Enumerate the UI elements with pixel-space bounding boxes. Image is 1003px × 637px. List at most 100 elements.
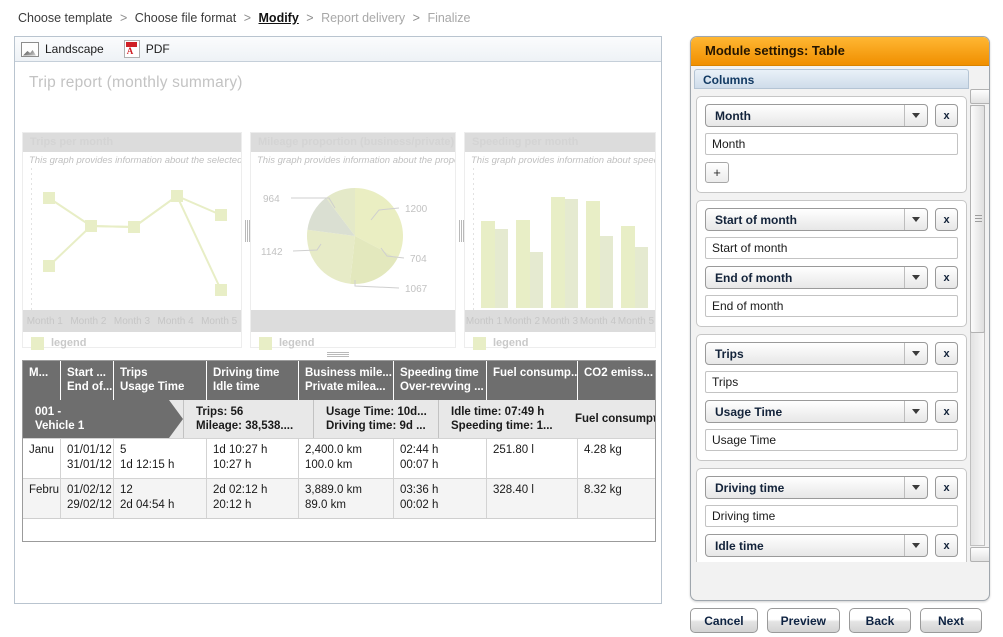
column-group-month: Month x +: [696, 96, 967, 193]
breadcrumb-item-finalize[interactable]: Finalize: [427, 11, 470, 25]
table-header-business-private[interactable]: Business mile... Private milea...: [299, 361, 394, 400]
format-option-pdf[interactable]: PDF: [123, 40, 170, 58]
chevron-down-icon[interactable]: [904, 209, 927, 230]
chevron-down-icon[interactable]: [904, 535, 927, 556]
remove-column-button[interactable]: x: [935, 342, 958, 365]
columns-section-title: Columns: [694, 69, 969, 89]
chart-line-legend-label: legend: [51, 337, 87, 349]
chart-pie-mileage[interactable]: Mileage proportion (business/private) Th…: [250, 132, 456, 350]
cancel-button[interactable]: Cancel: [690, 608, 758, 633]
remove-column-button[interactable]: x: [935, 266, 958, 289]
cell-trips-usage: 5 1d 12:15 h: [114, 438, 207, 478]
table-header-trips-usage[interactable]: Trips Usage Time: [114, 361, 207, 400]
orientation-option-landscape[interactable]: Landscape: [21, 41, 104, 57]
cell-driving-idle: 1d 10:27 h 10:27 h: [207, 438, 299, 478]
column-select-trips[interactable]: Trips: [705, 342, 928, 365]
column-label-input-start-of-month[interactable]: [705, 237, 958, 259]
chevron-down-icon[interactable]: [904, 401, 927, 422]
cell-month: Janu: [23, 438, 61, 478]
legend-swatch: [31, 336, 44, 350]
next-button[interactable]: Next: [920, 608, 982, 633]
chart-pie-title: Mileage proportion (business/private): [251, 133, 455, 152]
horizontal-splitter[interactable]: [22, 350, 656, 360]
scroll-up-button[interactable]: [970, 89, 989, 104]
chart-pie-label-964: 964: [263, 194, 280, 205]
chart-bar-subtitle: This graph provides information about sp…: [471, 155, 655, 166]
remove-column-button[interactable]: x: [935, 476, 958, 499]
chevron-down-icon[interactable]: [904, 477, 927, 498]
breadcrumb-item-modify[interactable]: Modify: [259, 11, 299, 25]
column-select-end-of-month[interactable]: End of month: [705, 266, 928, 289]
breadcrumb-separator: >: [243, 11, 252, 25]
column-label-input-month[interactable]: [705, 133, 958, 155]
table-header-speeding-overrevving[interactable]: Speeding time Over-revving ...: [394, 361, 487, 400]
table-row[interactable]: Janu 01/01/12 31/01/12 5 1d 12:15 h 1d 10:…: [23, 438, 655, 478]
scroll-down-button[interactable]: [970, 547, 989, 562]
chart-bar-plot: [473, 168, 651, 310]
table-header-row: M... Start ... End of... Trips Usage Time …: [23, 361, 655, 400]
chart-bar-tick: Month 4: [579, 315, 617, 327]
chart-line-y-axis: [31, 168, 32, 310]
settings-scrollbar[interactable]: [970, 89, 989, 562]
column-group-trips-usage: Trips x Usage Time x: [696, 334, 967, 461]
column-select-month[interactable]: Month: [705, 104, 928, 127]
table-row[interactable]: Febru 01/02/12 29/02/12 12 2d 04:54 h 2d 0…: [23, 478, 655, 518]
chart-pie-label-704: 704: [410, 254, 427, 265]
remove-column-button[interactable]: x: [935, 400, 958, 423]
table-header-fuel-consumption[interactable]: Fuel consump...: [487, 361, 578, 400]
back-button[interactable]: Back: [849, 608, 911, 633]
remove-column-button[interactable]: x: [935, 208, 958, 231]
document-preview-pane: Landscape PDF Trip report (monthly summa…: [14, 36, 662, 604]
charts-strip: Trips per month This graph provides info…: [22, 132, 656, 350]
table-header-driving-idle[interactable]: Driving time Idle time: [207, 361, 299, 400]
column-select-driving-time[interactable]: Driving time: [705, 476, 928, 499]
chart-line-tick: Month 2: [70, 315, 107, 327]
breadcrumb-item-choose-file-format[interactable]: Choose file format: [135, 11, 236, 25]
table-header-co2-emissions[interactable]: CO2 emiss...: [578, 361, 655, 400]
summary-usage-driving: Usage Time: 10d... Driving time: 9d ...: [313, 400, 438, 438]
table-header-month[interactable]: M...: [23, 361, 61, 400]
summary-vehicle: 001 - Vehicle 1: [23, 400, 183, 438]
breadcrumb-item-choose-template[interactable]: Choose template: [18, 11, 113, 25]
chart-line-plot: [31, 168, 237, 310]
remove-column-button[interactable]: x: [935, 534, 958, 557]
preview-button[interactable]: Preview: [766, 608, 840, 633]
summary-trips-mileage: Trips: 56 Mileage: 38,538....: [183, 400, 313, 438]
chevron-down-icon[interactable]: [904, 343, 927, 364]
cell-speeding-overrevving: 02:44 h 00:07 h: [394, 438, 487, 478]
breadcrumb-separator: >: [306, 11, 314, 25]
chart-pie-plot: 1200 704 1067 1142 964: [259, 168, 451, 310]
column-field-row: Driving time x: [705, 476, 958, 499]
remove-column-button[interactable]: x: [935, 104, 958, 127]
add-column-button[interactable]: +: [705, 162, 729, 183]
document-toolbar: Landscape PDF: [15, 37, 661, 62]
column-field-row: Month x: [705, 104, 958, 127]
scrollbar-grip-icon: [975, 215, 982, 223]
cell-fuel: 251.80 l: [487, 438, 578, 478]
chart-bar-speeding[interactable]: Speeding per month This graph provides i…: [464, 132, 656, 350]
table-header-start-end[interactable]: Start ... End of...: [61, 361, 114, 400]
column-label-input-trips[interactable]: [705, 371, 958, 393]
column-select-start-of-month[interactable]: Start of month: [705, 208, 928, 231]
summary-fuel: Fuel consumptio...: [563, 400, 655, 438]
chart-pie-axis-spacer: [251, 310, 455, 332]
column-select-idle-time[interactable]: Idle time: [705, 534, 928, 557]
column-select-usage-time[interactable]: Usage Time: [705, 400, 928, 423]
column-label-input-driving-time[interactable]: [705, 505, 958, 527]
column-group-month-range: Start of month x End of month x: [696, 200, 967, 327]
chart-bar-tick: Month 5: [617, 315, 655, 327]
chart-bar-x-axis: Month 1 Month 2 Month 3 Month 4 Month 5: [465, 310, 655, 332]
breadcrumb-item-report-delivery[interactable]: Report delivery: [321, 11, 405, 25]
chart-line-trips[interactable]: Trips per month This graph provides info…: [22, 132, 242, 350]
chevron-down-icon[interactable]: [904, 105, 927, 126]
cell-trips-usage: 12 2d 04:54 h: [114, 478, 207, 518]
column-label-input-usage-time[interactable]: [705, 429, 958, 451]
scrollbar-thumb[interactable]: [970, 105, 985, 333]
chart-line-tick: Month 5: [201, 315, 238, 327]
chevron-down-icon[interactable]: [904, 267, 927, 288]
report-title: Trip report (monthly summary): [29, 74, 243, 91]
data-table: M... Start ... End of... Trips Usage Time …: [22, 360, 656, 542]
column-label-input-end-of-month[interactable]: [705, 295, 958, 317]
legend-swatch: [259, 336, 272, 350]
chart-pie-legend-label: legend: [279, 337, 315, 349]
